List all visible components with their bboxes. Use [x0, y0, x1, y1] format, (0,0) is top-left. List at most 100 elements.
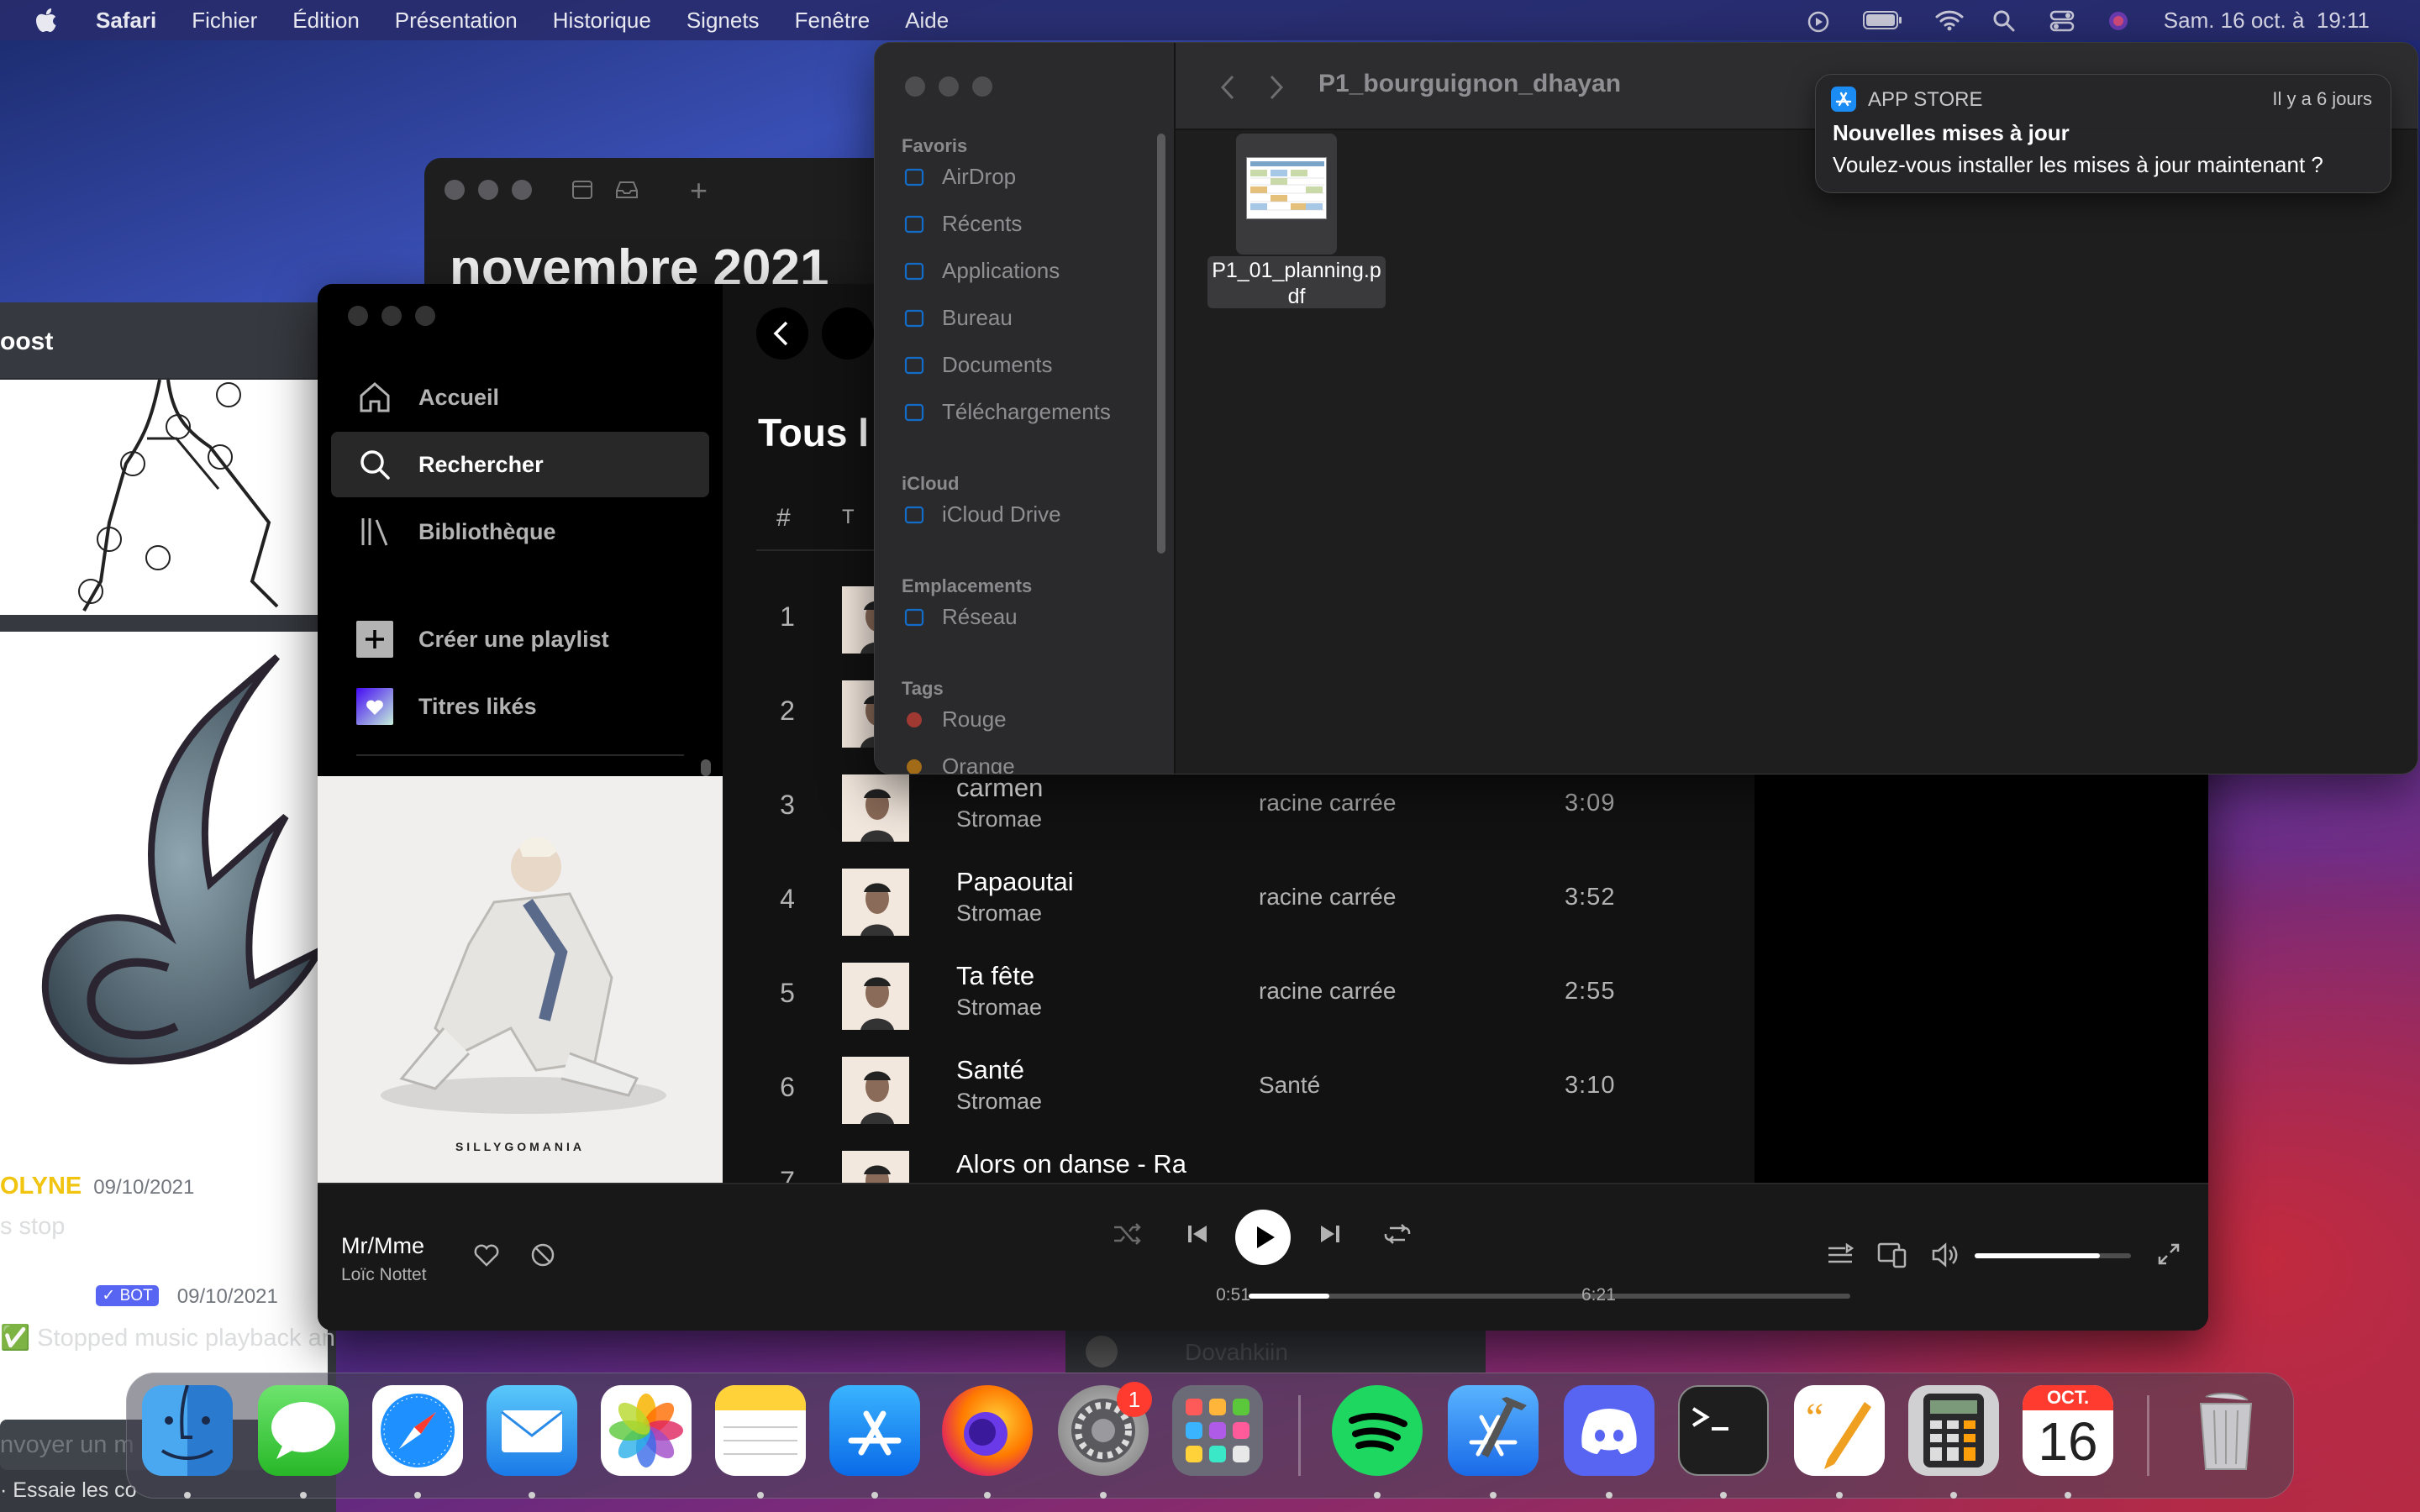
close-button[interactable]	[905, 76, 925, 97]
track-row[interactable]: 5 Ta fête Stromae racine carrée 2:55	[723, 949, 1756, 1043]
menu-presentation[interactable]: Présentation	[395, 8, 518, 34]
shuffle-icon[interactable]	[1113, 1221, 1141, 1251]
nav-search[interactable]: Rechercher	[331, 432, 709, 497]
volume-slider[interactable]	[1975, 1253, 2131, 1258]
track-artist[interactable]: Stromae	[956, 806, 1042, 832]
back-chevron-icon[interactable]	[1218, 73, 1238, 106]
sidebar-item-applications[interactable]: Applications	[902, 258, 1060, 284]
track-album[interactable]: racine carrée	[1259, 884, 1396, 911]
dock-calculator-icon[interactable]	[1908, 1385, 1999, 1476]
progress-bar[interactable]	[1249, 1294, 1850, 1299]
close-button[interactable]	[445, 180, 465, 200]
battery-icon[interactable]	[1862, 9, 1903, 31]
track-artist[interactable]: Stromae	[956, 900, 1042, 927]
dock-messages-icon[interactable]	[258, 1385, 349, 1476]
play-button[interactable]	[1235, 1210, 1291, 1265]
sidebar-item-bureau[interactable]: Bureau	[902, 305, 1013, 331]
dock-terminal-icon[interactable]	[1678, 1385, 1769, 1476]
dock-launchpad-icon[interactable]	[1172, 1385, 1263, 1476]
col-title-header[interactable]: T	[842, 506, 855, 529]
sidebar-item-r-seau[interactable]: Réseau	[902, 604, 1018, 630]
back-button[interactable]	[756, 307, 808, 360]
attachment-image-drawing[interactable]	[0, 379, 328, 615]
now-playing-cover-art[interactable]: SILLYGOMANIA	[318, 776, 723, 1183]
track-row[interactable]: 3 carmen Stromae racine carrée 3:09	[723, 761, 1756, 855]
spotlight-search-icon[interactable]	[1992, 9, 2018, 32]
forward-chevron-icon[interactable]	[1266, 73, 1286, 106]
dock-photos-icon[interactable]	[601, 1385, 692, 1476]
menu-aide[interactable]: Aide	[905, 8, 949, 34]
inbox-icon[interactable]	[614, 178, 639, 206]
attachment-image-logo[interactable]	[0, 632, 328, 1438]
now-playing-title[interactable]: Mr/Mme	[341, 1233, 424, 1259]
close-button[interactable]	[348, 306, 368, 326]
siri-icon[interactable]	[2107, 9, 2132, 31]
dock-spotify-icon[interactable]	[1332, 1385, 1423, 1476]
calendar-list-icon[interactable]	[571, 178, 594, 206]
dock-notes-icon[interactable]	[715, 1385, 806, 1476]
track-title[interactable]: Ta fête	[956, 961, 1034, 991]
forward-button[interactable]	[822, 307, 874, 360]
menubar-datetime[interactable]: Sam. 16 oct. à 19:11	[2164, 8, 2370, 34]
next-track-icon[interactable]	[1318, 1221, 1343, 1251]
menu-edition[interactable]: Édition	[292, 8, 360, 34]
menu-fichier[interactable]: Fichier	[192, 8, 257, 34]
add-event-button[interactable]: +	[690, 173, 708, 208]
minimize-button[interactable]	[381, 306, 402, 326]
sidebar-item-documents[interactable]: Documents	[902, 352, 1053, 378]
menu-signets[interactable]: Signets	[687, 8, 760, 34]
control-center-icon[interactable]	[2049, 9, 2075, 32]
sidebar-item-orange[interactable]: Orange	[902, 753, 1015, 774]
track-row[interactable]: 4 Papaoutai Stromae racine carrée 3:52	[723, 855, 1756, 949]
track-artist[interactable]: Stromae	[956, 1089, 1042, 1115]
track-album[interactable]: Santé	[1259, 1072, 1320, 1099]
dock-pages-icon[interactable]: “	[1794, 1385, 1885, 1476]
minimize-button[interactable]	[939, 76, 959, 97]
sidebar-scrollbar[interactable]	[1157, 134, 1165, 554]
sidebar-item-icloud-drive[interactable]: iCloud Drive	[902, 501, 1061, 528]
sidebar-scrollbar[interactable]	[701, 759, 711, 776]
member-name[interactable]: Dovahkiin	[1185, 1339, 1288, 1366]
message-author[interactable]: OLYNE	[0, 1173, 82, 1200]
queue-icon[interactable]	[1827, 1242, 1854, 1271]
dock-finder-icon[interactable]	[142, 1385, 233, 1476]
track-title[interactable]: Santé	[956, 1055, 1024, 1085]
dock-discord-icon[interactable]	[1564, 1385, 1655, 1476]
dock-app-store-icon[interactable]	[829, 1385, 920, 1476]
apple-menu-icon[interactable]	[34, 7, 59, 34]
track-artist[interactable]: Stromae	[956, 995, 1042, 1021]
track-row[interactable]: 6 Santé Stromae Santé 3:10	[723, 1043, 1756, 1137]
dock-firefox-icon[interactable]	[942, 1385, 1033, 1476]
dock-mail-icon[interactable]	[487, 1385, 577, 1476]
heart-icon[interactable]	[472, 1242, 501, 1273]
track-album[interactable]: racine carrée	[1259, 790, 1396, 816]
track-title[interactable]: carmen	[956, 773, 1043, 803]
wifi-icon[interactable]	[1935, 9, 1964, 31]
nav-library[interactable]: Bibliothèque	[331, 499, 709, 564]
repeat-icon[interactable]	[1383, 1221, 1412, 1251]
notification-banner[interactable]: APP STORE Il y a 6 jours Nouvelles mises…	[1815, 74, 2391, 193]
sidebar-item-rouge[interactable]: Rouge	[902, 706, 1007, 732]
minimize-button[interactable]	[478, 180, 498, 200]
fullscreen-icon[interactable]	[2156, 1242, 2181, 1271]
sidebar-item-airdrop[interactable]: AirDrop	[902, 164, 1016, 190]
file-selection-highlight[interactable]	[1236, 134, 1337, 255]
zoom-button[interactable]	[512, 180, 532, 200]
track-album[interactable]: racine carrée	[1259, 978, 1396, 1005]
menu-historique[interactable]: Historique	[553, 8, 651, 34]
create-playlist-button[interactable]: Créer une playlist	[331, 606, 709, 672]
track-title[interactable]: Papaoutai	[956, 867, 1074, 897]
menu-fenetre[interactable]: Fenêtre	[795, 8, 871, 34]
message-author[interactable]: ancake	[0, 1282, 82, 1309]
sidebar-item-r-cents[interactable]: Récents	[902, 211, 1022, 237]
menu-app-name[interactable]: Safari	[96, 8, 156, 34]
now-playing-artist[interactable]: Loïc Nottet	[341, 1265, 427, 1285]
zoom-button[interactable]	[972, 76, 992, 97]
dock-safari-icon[interactable]	[372, 1385, 463, 1476]
now-playing-icon[interactable]	[1806, 9, 1831, 33]
liked-songs-button[interactable]: Titres likés	[331, 674, 709, 739]
devices-icon[interactable]	[1877, 1242, 1907, 1273]
previous-track-icon[interactable]	[1185, 1221, 1210, 1251]
dock-xcode-icon[interactable]	[1448, 1385, 1539, 1476]
nav-home[interactable]: Accueil	[331, 365, 709, 430]
